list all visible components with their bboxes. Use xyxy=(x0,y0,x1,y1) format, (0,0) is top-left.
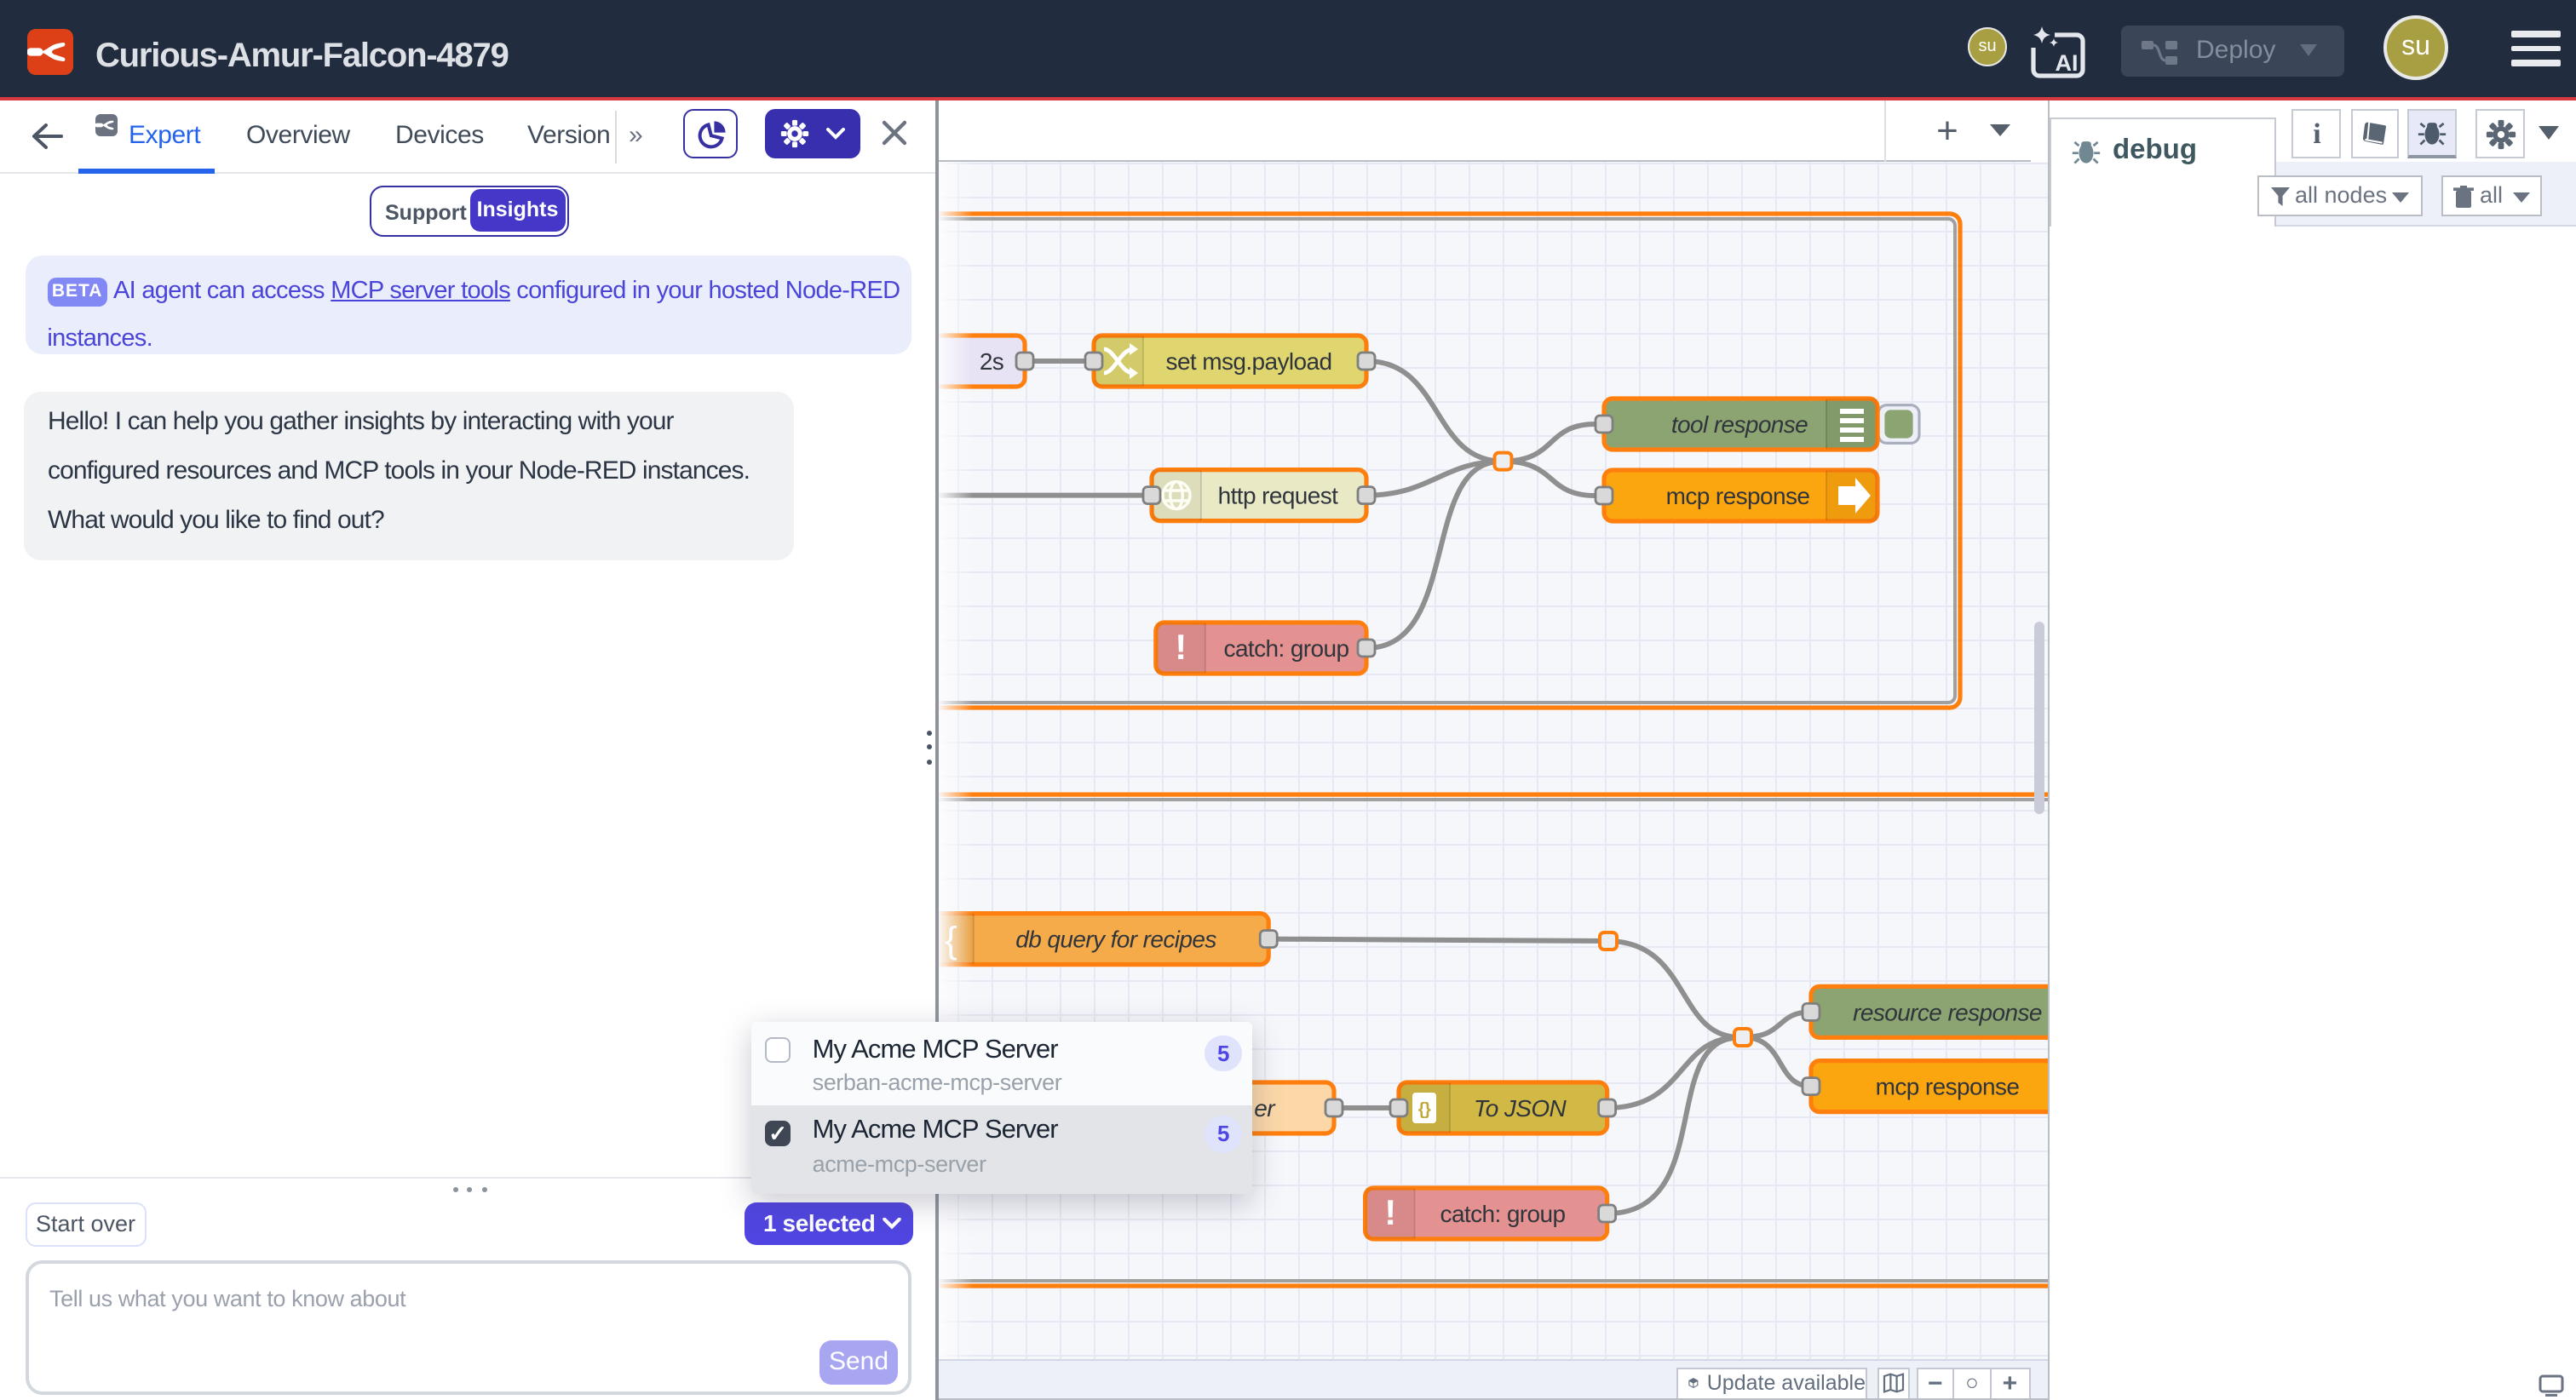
svg-text:tool response: tool response xyxy=(1671,410,1808,437)
svg-text:catch: group: catch: group xyxy=(1224,634,1349,661)
svg-text:db query for recipes: db query for recipes xyxy=(1015,926,1216,952)
svg-text:!: ! xyxy=(1384,1191,1395,1231)
svg-text:To JSON: To JSON xyxy=(1474,1094,1567,1121)
svg-text:http request: http request xyxy=(1218,482,1338,508)
svg-text:resource response: resource response xyxy=(1853,998,2042,1024)
svg-text:AI: AI xyxy=(2056,50,2079,76)
svg-text:{}: {} xyxy=(1418,1099,1431,1118)
svg-text:catch: group: catch: group xyxy=(1440,1200,1566,1226)
svg-text:set msg.payload: set msg.payload xyxy=(1166,347,1332,374)
svg-text:i: i xyxy=(2313,119,2320,148)
svg-text:!: ! xyxy=(1175,626,1186,666)
svg-text:mcp response: mcp response xyxy=(1666,482,1810,508)
svg-text:mcp response: mcp response xyxy=(1876,1073,2020,1099)
svg-text:2s: 2s xyxy=(980,347,1003,374)
svg-text:er: er xyxy=(1254,1094,1276,1121)
